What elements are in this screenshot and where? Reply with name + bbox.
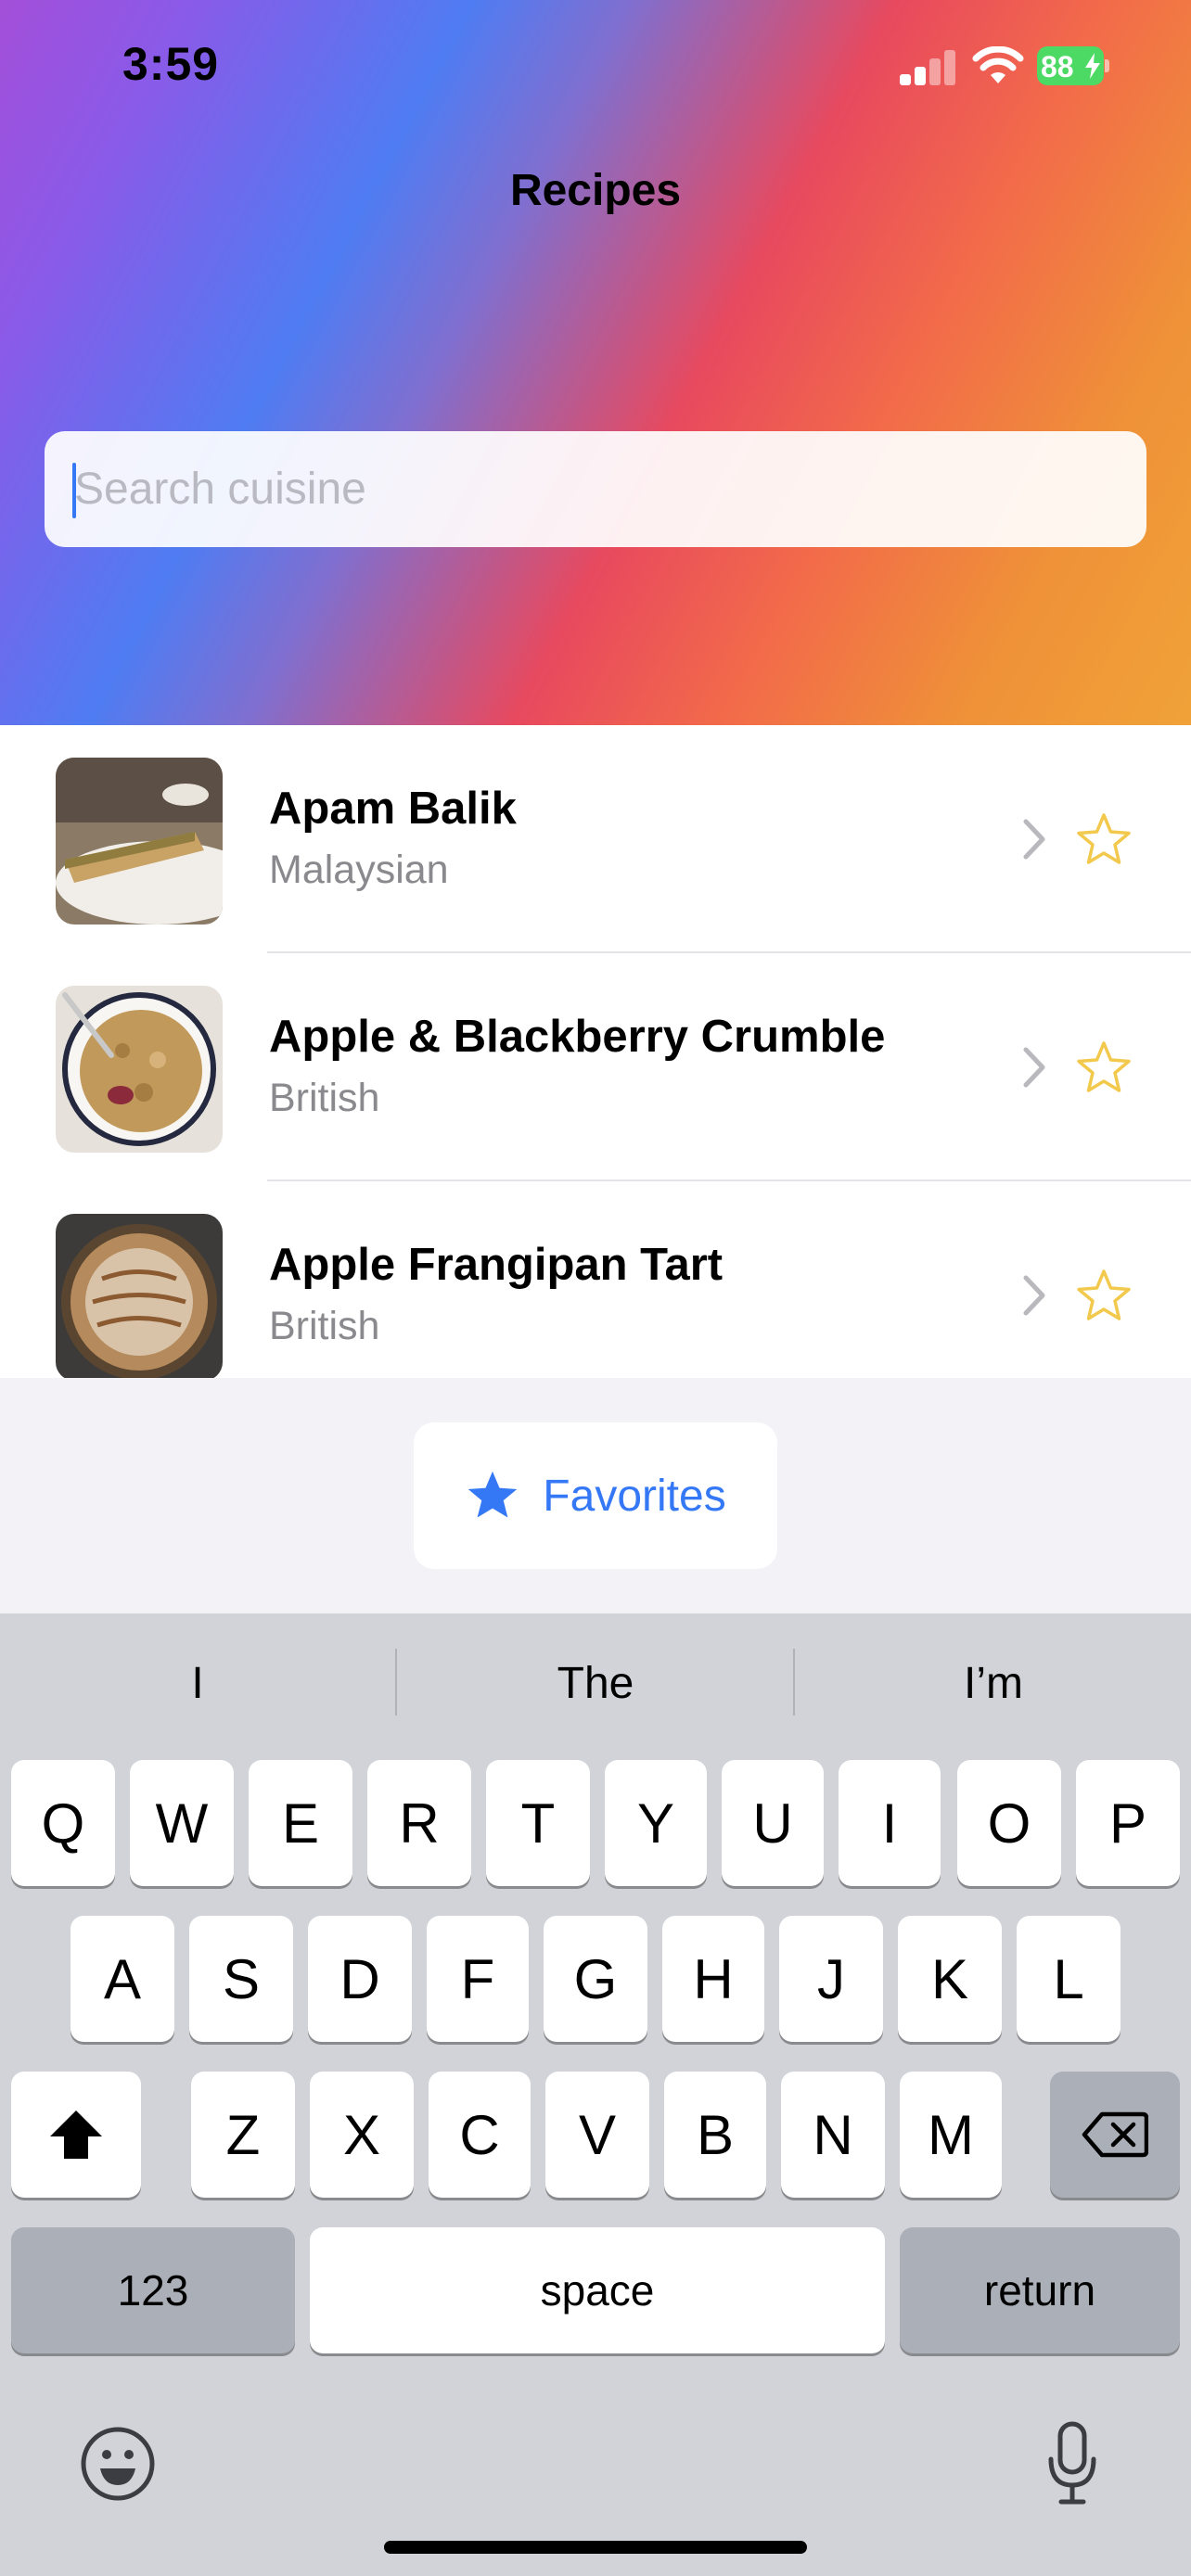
key-b[interactable]: B: [664, 2072, 766, 2198]
recipe-area: British: [269, 1076, 380, 1120]
key-c[interactable]: C: [429, 2072, 531, 2198]
backspace-icon: [1082, 2111, 1148, 2158]
suggestion-3[interactable]: I’m: [796, 1613, 1191, 1753]
search-bar[interactable]: [45, 431, 1146, 547]
key-y[interactable]: Y: [605, 1760, 707, 1886]
key-d[interactable]: D: [308, 1916, 412, 2042]
key-l[interactable]: L: [1017, 1916, 1121, 2042]
delete-key[interactable]: [1050, 2072, 1180, 2198]
key-j[interactable]: J: [779, 1916, 883, 2042]
key-s[interactable]: S: [189, 1916, 293, 2042]
favorites-label: Favorites: [543, 1471, 726, 1521]
key-x[interactable]: X: [310, 2072, 414, 2198]
suggestion-divider: [395, 1649, 397, 1715]
key-r[interactable]: R: [367, 1760, 471, 1886]
recipe-name: Apam Balik: [269, 784, 517, 834]
recipe-thumbnail: [56, 758, 223, 925]
return-key[interactable]: return: [900, 2227, 1180, 2353]
page-title: Recipes: [509, 166, 682, 215]
key-h[interactable]: H: [662, 1916, 764, 2042]
key-u[interactable]: U: [722, 1760, 824, 1886]
chevron-right-icon: [1023, 819, 1045, 860]
shift-icon: [50, 2111, 102, 2159]
recipe-name: Apple & Blackberry Crumble: [269, 1012, 886, 1062]
recipe-row[interactable]: Apple & Blackberry Crumble British: [0, 953, 1191, 1181]
key-t[interactable]: T: [486, 1760, 590, 1886]
key-o[interactable]: O: [957, 1760, 1061, 1886]
key-p[interactable]: P: [1076, 1760, 1180, 1886]
key-m[interactable]: M: [900, 2072, 1002, 2198]
home-indicator: [384, 2541, 807, 2554]
wifi-icon: [972, 46, 1024, 83]
favorites-button[interactable]: Favorites: [414, 1422, 777, 1569]
recipe-row[interactable]: Apple Frangipan Tart British: [0, 1181, 1191, 1378]
recipe-thumbnail: [56, 986, 223, 1153]
key-g[interactable]: G: [544, 1916, 647, 2042]
microphone-icon[interactable]: [1046, 2420, 1098, 2507]
battery-level: 88: [1041, 50, 1074, 83]
battery-icon: 88: [1037, 46, 1109, 85]
key-i[interactable]: I: [839, 1760, 941, 1886]
numbers-key[interactable]: 123: [11, 2227, 295, 2353]
emoji-icon[interactable]: [80, 2426, 156, 2502]
key-q[interactable]: Q: [11, 1760, 115, 1886]
recipe-thumbnail: [56, 1214, 223, 1378]
header: 3:59 88 Recipes: [0, 0, 1191, 725]
shift-key[interactable]: [11, 2072, 141, 2198]
key-a[interactable]: A: [70, 1916, 174, 2042]
search-input[interactable]: [74, 431, 1122, 547]
key-w[interactable]: W: [130, 1760, 234, 1886]
recipe-area: Malaysian: [269, 848, 449, 892]
suggestion-divider: [793, 1649, 795, 1715]
charging-bolt-icon: [1085, 53, 1100, 79]
chevron-right-icon: [1023, 1275, 1045, 1316]
favorite-star-icon[interactable]: [1074, 1039, 1133, 1098]
key-n[interactable]: N: [781, 2072, 885, 2198]
key-z[interactable]: Z: [191, 2072, 295, 2198]
star-filled-icon: [468, 1471, 518, 1518]
suggestion-1[interactable]: I: [0, 1613, 395, 1753]
favorite-star-icon[interactable]: [1074, 810, 1133, 870]
key-e[interactable]: E: [249, 1760, 352, 1886]
space-key[interactable]: space: [310, 2227, 885, 2353]
key-v[interactable]: V: [545, 2072, 649, 2198]
keyboard: I The I’m Q W E R T Y U I O P A S D F G …: [0, 1613, 1191, 2576]
cellular-signal-icon: [900, 50, 955, 85]
favorite-star-icon[interactable]: [1074, 1267, 1133, 1326]
chevron-right-icon: [1023, 1047, 1045, 1088]
suggestion-2[interactable]: The: [398, 1613, 793, 1753]
status-time: 3:59: [122, 38, 220, 90]
recipe-list: Apam Balik Malaysian Apple & Blackberry …: [0, 725, 1191, 1378]
status-bar: 3:59 88: [0, 0, 1191, 130]
recipe-area: British: [269, 1304, 380, 1348]
recipe-name: Apple Frangipan Tart: [269, 1240, 724, 1290]
key-k[interactable]: K: [898, 1916, 1002, 2042]
recipe-row[interactable]: Apam Balik Malaysian: [0, 725, 1191, 953]
key-f[interactable]: F: [427, 1916, 529, 2042]
favorites-bar: Favorites: [0, 1378, 1191, 1613]
